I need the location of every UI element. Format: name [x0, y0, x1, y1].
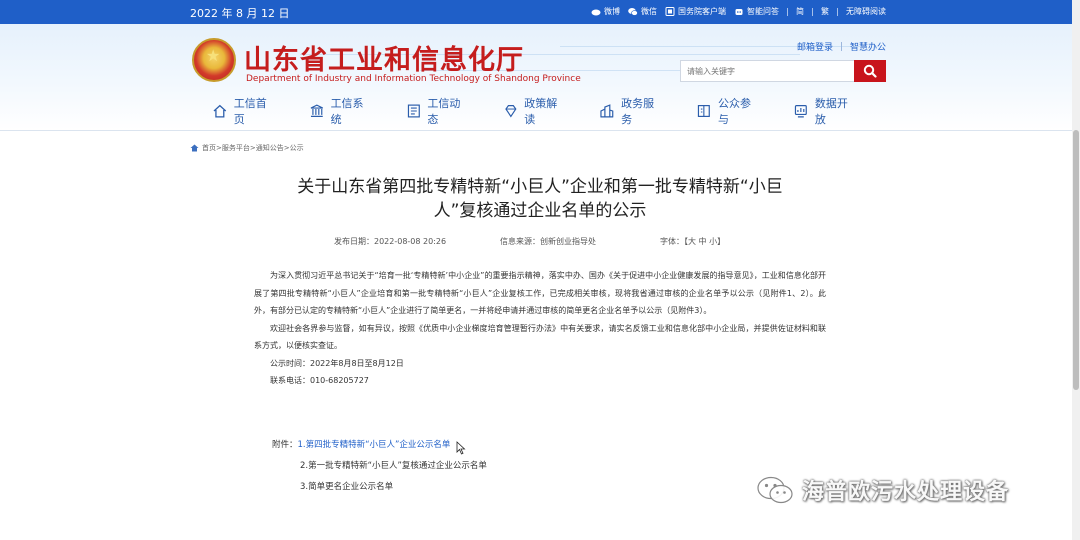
- attachments: 附件： 1.第四批专精特新“小巨人”企业公示名单 2.第一批专精特新“小巨人”复…: [272, 433, 487, 496]
- accessibility-link[interactable]: 无障碍阅读: [846, 6, 886, 17]
- home-icon: [213, 104, 227, 118]
- search-input[interactable]: [680, 60, 854, 82]
- nav-label: 工信首页: [233, 97, 267, 126]
- nav-item-system[interactable]: 工信系统: [309, 95, 374, 127]
- nav-item-participate[interactable]: 公众参与: [696, 95, 761, 127]
- main-nav: 工信首页 工信系统 工信动态 政策解读 政务服务 公众参与 数据开放: [200, 95, 890, 127]
- contact-phone: 联系电话：010-68205727: [270, 376, 369, 385]
- nav-label: 工信系统: [330, 97, 364, 126]
- gov-app-link[interactable]: 国务院客户端: [665, 6, 726, 17]
- breadcrumb: 首页>服务平台>通知公告>公示: [190, 143, 304, 153]
- info-source: 信息来源：创新创业指导处: [500, 237, 596, 246]
- weibo-label: 微博: [604, 7, 620, 16]
- simplified-link[interactable]: 简: [796, 6, 804, 17]
- weibo-link[interactable]: 微博: [591, 6, 620, 17]
- wechat-icon: [628, 8, 638, 16]
- news-icon: [407, 104, 420, 118]
- search-icon: [863, 64, 877, 78]
- home-icon: [190, 144, 199, 152]
- nav-item-data[interactable]: 数据开放: [793, 95, 858, 127]
- top-links: 微博 微信 国务院客户端 智能问答 简 繁 无障碍阅读: [583, 6, 886, 17]
- attachment-link[interactable]: 3.简单更名企业公示名单: [300, 480, 393, 492]
- font-size-switch[interactable]: 字体：【大 中 小】: [660, 236, 725, 247]
- weibo-icon: [591, 9, 601, 16]
- mouse-cursor-icon: [456, 441, 466, 455]
- publish-date: 发布日期：2022-08-08 20:26: [334, 237, 447, 246]
- header-links: 邮箱登录 智慧办公: [797, 40, 886, 53]
- divider: [812, 7, 813, 16]
- traditional-link[interactable]: 繁: [821, 6, 829, 17]
- wechat-icon: [757, 476, 793, 504]
- article-title: 关于山东省第四批专精特新“小巨人”企业和第一批专精特新“小巨 人”复核通过企业名…: [190, 175, 890, 223]
- national-emblem-logo[interactable]: [192, 38, 236, 82]
- publicity-period: 公示时间：2022年8月8日至8月12日: [270, 358, 404, 368]
- service-icon: [600, 104, 614, 118]
- breadcrumb-text[interactable]: 首页>服务平台>通知公告>公示: [202, 143, 304, 153]
- paragraph: 欢迎社会各界参与监督，如有异议，按照《优质中小企业梯度培育管理暂行办法》中有关要…: [254, 323, 826, 351]
- title-line: 人”复核通过企业名单的公示: [433, 201, 647, 221]
- title-line: 关于山东省第四批专精特新“小巨人”企业和第一批专精特新“小巨: [297, 177, 783, 197]
- robot-icon: [735, 9, 743, 15]
- diamond-icon: [504, 105, 517, 118]
- wechat-label: 微信: [641, 7, 657, 16]
- accessibility-label: 无障碍阅读: [846, 7, 886, 16]
- nav-label: 政策解读: [524, 97, 558, 126]
- smart-office-link[interactable]: 智慧办公: [850, 40, 886, 53]
- gov-app-icon: [665, 7, 675, 16]
- nav-label: 政务服务: [621, 97, 655, 126]
- nav-item-service[interactable]: 政务服务: [599, 95, 664, 127]
- site-header: 山东省工业和信息化厅 Department of Industry and In…: [0, 24, 1080, 130]
- smart-qa-label: 智能问答: [747, 7, 779, 16]
- search-button[interactable]: [854, 60, 886, 82]
- article-body: 为深入贯彻习近平总书记关于“培育一批‘专精特新’中小企业”的重要指示精神，落实中…: [254, 267, 826, 390]
- top-bar: 2022 年 8 月 12 日 微博 微信 国务院客户端 智能问答 简 繁 无障…: [0, 0, 1080, 24]
- nav-item-home[interactable]: 工信首页: [212, 95, 277, 127]
- nav-label: 工信动态: [427, 97, 461, 126]
- site-name-en: Department of Industry and Information T…: [246, 74, 581, 84]
- scrollbar-thumb[interactable]: [1073, 130, 1079, 390]
- nav-label: 公众参与: [718, 97, 751, 126]
- divider: [837, 7, 838, 16]
- nav-label: 数据开放: [814, 97, 848, 126]
- data-icon: [795, 105, 807, 118]
- nav-item-policy[interactable]: 政策解读: [503, 95, 568, 127]
- smart-qa-link[interactable]: 智能问答: [734, 6, 779, 17]
- simplified-label: 简: [796, 7, 804, 16]
- nav-item-news[interactable]: 工信动态: [406, 95, 471, 127]
- watermark-text: 海普欧污水处理设备: [802, 480, 1010, 505]
- attachment-row: 2.第一批专精特新“小巨人”复核通过企业公示名单: [272, 454, 487, 475]
- gov-app-label: 国务院客户端: [678, 7, 726, 16]
- search-bar: [680, 60, 886, 82]
- building-icon: [310, 104, 323, 117]
- wechat-link[interactable]: 微信: [628, 6, 657, 17]
- mail-login-link[interactable]: 邮箱登录: [797, 40, 833, 53]
- scrollbar[interactable]: [1072, 0, 1080, 540]
- attachment-label: 附件：: [272, 439, 298, 450]
- watermark: 海普欧污水处理设备: [756, 474, 1009, 506]
- traditional-label: 繁: [821, 7, 829, 16]
- site-name[interactable]: 山东省工业和信息化厅: [244, 38, 524, 77]
- participate-icon: [698, 105, 711, 117]
- attachment-row: 3.简单更名企业公示名单: [272, 475, 487, 496]
- attachment-link[interactable]: 2.第一批专精特新“小巨人”复核通过企业公示名单: [300, 459, 487, 471]
- paragraph: 为深入贯彻习近平总书记关于“培育一批‘专精特新’中小企业”的重要指示精神，落实中…: [254, 271, 826, 315]
- divider: [840, 42, 842, 51]
- attachment-link[interactable]: 1.第四批专精特新“小巨人”企业公示名单: [298, 438, 451, 450]
- current-date: 2022 年 8 月 12 日: [190, 7, 290, 20]
- divider: [787, 7, 788, 16]
- attachment-row: 附件： 1.第四批专精特新“小巨人”企业公示名单: [272, 433, 487, 454]
